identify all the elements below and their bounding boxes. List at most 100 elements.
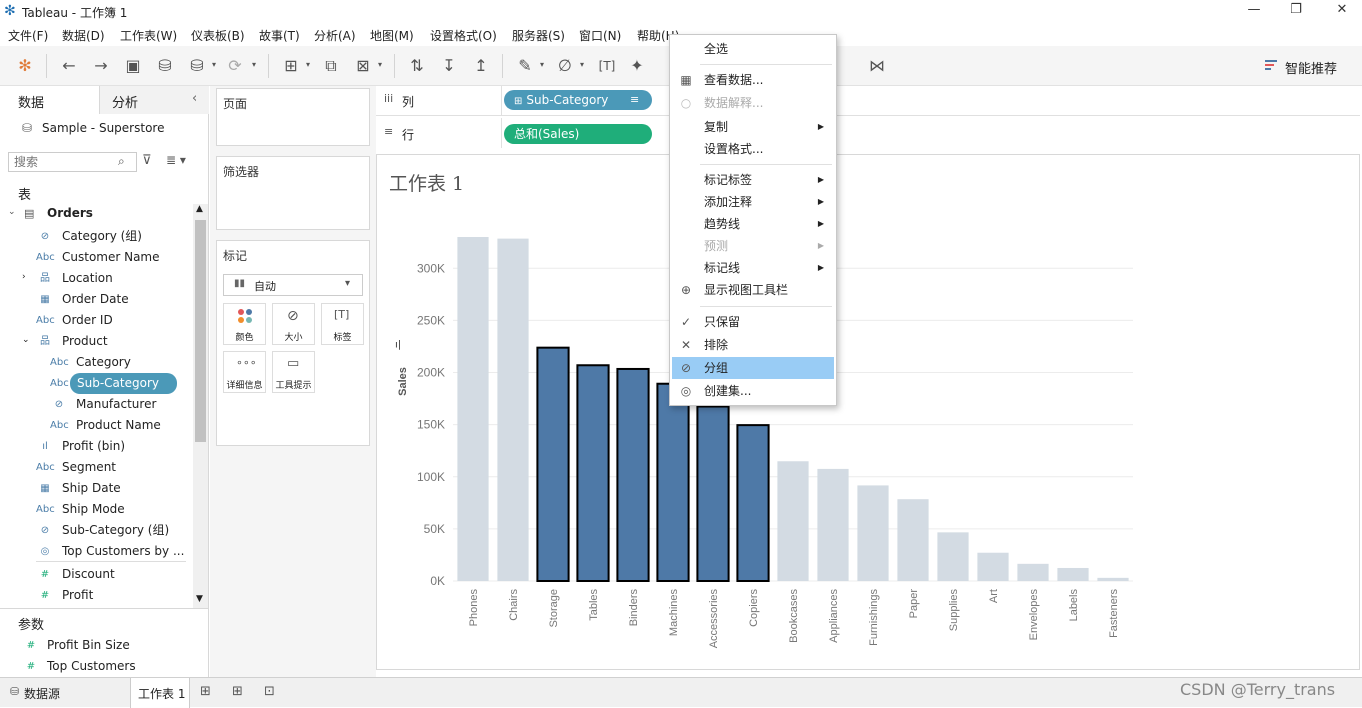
close-icon[interactable]: ✕	[1330, 2, 1354, 20]
bar[interactable]	[696, 405, 730, 582]
context-menu-item[interactable]: 添加注释 ▶	[672, 191, 834, 213]
tableau-start-icon[interactable]: ✻	[14, 56, 36, 76]
bar[interactable]	[1057, 567, 1089, 581]
bar[interactable]	[736, 424, 770, 582]
sort-ascending-icon[interactable]: ↧	[438, 56, 460, 76]
context-menu-item[interactable]: ⊕ 显示视图工具栏	[672, 279, 834, 301]
scroll-up-icon[interactable]: ▲	[196, 204, 203, 214]
new-dashboard-icon[interactable]: ⊞	[232, 684, 243, 699]
columns-pill[interactable]: ⊞ Sub-Category ≡	[504, 90, 652, 110]
context-menu-item[interactable]: 设置格式...	[672, 138, 834, 160]
chevron-down-icon[interactable]: ⌄	[8, 207, 16, 217]
bar[interactable]	[497, 238, 529, 581]
filter-icon[interactable]: ⊽	[142, 153, 152, 168]
menu-map[interactable]: 地图(M)	[370, 27, 414, 44]
context-menu-item[interactable]: ✓ 只保留	[672, 311, 834, 333]
bar[interactable]	[1097, 577, 1129, 581]
context-menu-item[interactable]: 标记线 ▶	[672, 257, 834, 279]
filters-shelf[interactable]: 筛选器	[216, 156, 370, 230]
context-menu-item[interactable]: ✕ 排除	[672, 334, 834, 356]
menu-server[interactable]: 服务器(S)	[512, 27, 565, 44]
context-menu-item[interactable]: ⊘ 分组	[672, 357, 834, 379]
tooltip-button[interactable]: ▭ 工具提示	[272, 351, 315, 393]
pin-icon[interactable]: ✦	[626, 56, 648, 76]
new-story-icon[interactable]: ⊡	[264, 684, 275, 699]
new-sheet-icon[interactable]: ⊞	[280, 56, 302, 76]
forward-arrow-icon[interactable]: →	[90, 56, 112, 76]
datasource-tab[interactable]: 数据源	[24, 685, 60, 702]
bar[interactable]	[897, 499, 929, 581]
bar[interactable]	[536, 346, 570, 582]
rows-shelf[interactable]: ≡ 行 总和(Sales)	[376, 118, 1360, 148]
scrollbar-thumb[interactable]	[195, 220, 206, 442]
save-icon[interactable]: ▣	[122, 56, 144, 76]
menu-file[interactable]: 文件(F)	[8, 27, 48, 44]
dropdown-icon[interactable]: ▾	[540, 60, 548, 70]
size-button[interactable]: ⊘ 大小	[272, 303, 315, 345]
show-labels-icon[interactable]: [T]	[596, 56, 618, 76]
table-orders[interactable]: Orders	[47, 206, 93, 220]
rows-pill[interactable]: 总和(Sales)	[504, 124, 652, 144]
bar[interactable]	[656, 382, 690, 582]
context-menu-item[interactable]: 复制 ▶	[672, 116, 834, 138]
sort-descending-icon[interactable]: ↥	[470, 56, 492, 76]
dropdown-icon[interactable]: ▾	[212, 60, 220, 70]
chevron-down-icon[interactable]: ⌄	[22, 335, 30, 345]
detail-button[interactable]: ∘∘∘ 详细信息	[223, 351, 266, 393]
bar[interactable]	[457, 236, 489, 581]
menu-analysis[interactable]: 分析(A)	[314, 27, 356, 44]
menu-format[interactable]: 设置格式(O)	[430, 27, 497, 44]
bar[interactable]	[576, 364, 610, 582]
minimize-icon[interactable]: —	[1242, 2, 1266, 20]
menu-data[interactable]: 数据(D)	[62, 27, 105, 44]
restore-icon[interactable]: ❐	[1284, 2, 1308, 20]
dropdown-icon[interactable]: ▾	[378, 60, 386, 70]
context-menu-item[interactable]: 全选	[672, 38, 834, 60]
scroll-down-icon[interactable]: ▼	[196, 594, 203, 604]
columns-shelf[interactable]: iii 列 ⊞ Sub-Category ≡	[376, 86, 1360, 116]
highlight-icon[interactable]: ✎	[514, 56, 536, 76]
refresh-icon[interactable]: ⟳	[224, 56, 246, 76]
dropdown-icon[interactable]: ▾	[306, 60, 314, 70]
dropdown-icon[interactable]: ▾	[580, 60, 588, 70]
context-menu-item[interactable]: ▦ 查看数据...	[672, 69, 834, 91]
clear-sheet-icon[interactable]: ⊠	[352, 56, 374, 76]
bar[interactable]	[1017, 563, 1049, 581]
group-members-icon[interactable]: ∅	[554, 56, 576, 76]
pause-updates-icon[interactable]: ⛁	[186, 56, 208, 76]
bar[interactable]	[777, 461, 809, 581]
duplicate-sheet-icon[interactable]: ⧉	[320, 56, 342, 76]
swap-rows-columns-icon[interactable]: ⇅	[406, 56, 428, 76]
datasource-name[interactable]: Sample - Superstore	[42, 121, 164, 135]
share-icon[interactable]: ⋈	[866, 56, 888, 76]
bar[interactable]	[937, 532, 969, 581]
collapse-pane-icon[interactable]: ‹	[192, 91, 197, 106]
new-worksheet-icon[interactable]: ⊞	[200, 684, 211, 699]
menu-dashboard[interactable]: 仪表板(B)	[191, 27, 245, 44]
bar[interactable]	[857, 485, 889, 581]
dropdown-icon[interactable]: ▾	[252, 60, 260, 70]
pages-shelf[interactable]: 页面	[216, 88, 370, 146]
scrollbar[interactable]: ▲ ▼	[193, 204, 208, 608]
recommend-button[interactable]: 智能推荐	[1285, 58, 1337, 77]
tab-data[interactable]: 数据	[0, 86, 100, 114]
menu-window[interactable]: 窗口(N)	[579, 27, 621, 44]
label-button[interactable]: [T] 标签	[321, 303, 364, 345]
context-menu-item[interactable]: ◎ 创建集...	[672, 380, 834, 402]
sheet-tab[interactable]: 工作表 1	[130, 678, 190, 708]
menu-worksheet[interactable]: 工作表(W)	[120, 27, 177, 44]
back-arrow-icon[interactable]: ←	[58, 56, 80, 76]
bar[interactable]	[616, 367, 650, 582]
search-icon[interactable]: ⌕	[118, 154, 125, 169]
context-menu-item[interactable]: 趋势线 ▶	[672, 213, 834, 235]
chevron-right-icon[interactable]: ›	[22, 272, 26, 282]
view-options-icon[interactable]: ≣ ▾	[166, 153, 186, 167]
context-menu-item[interactable]: 标记标签 ▶	[672, 169, 834, 191]
recommend-icon[interactable]	[1264, 58, 1280, 74]
menu-story[interactable]: 故事(T)	[259, 27, 300, 44]
color-button[interactable]: 颜色	[223, 303, 266, 345]
bar[interactable]	[817, 468, 849, 581]
bar[interactable]	[977, 552, 1009, 581]
mark-type-select[interactable]: ▮▮ 自动 ▾	[223, 274, 363, 296]
new-datasource-icon[interactable]: ⛁	[154, 56, 176, 76]
